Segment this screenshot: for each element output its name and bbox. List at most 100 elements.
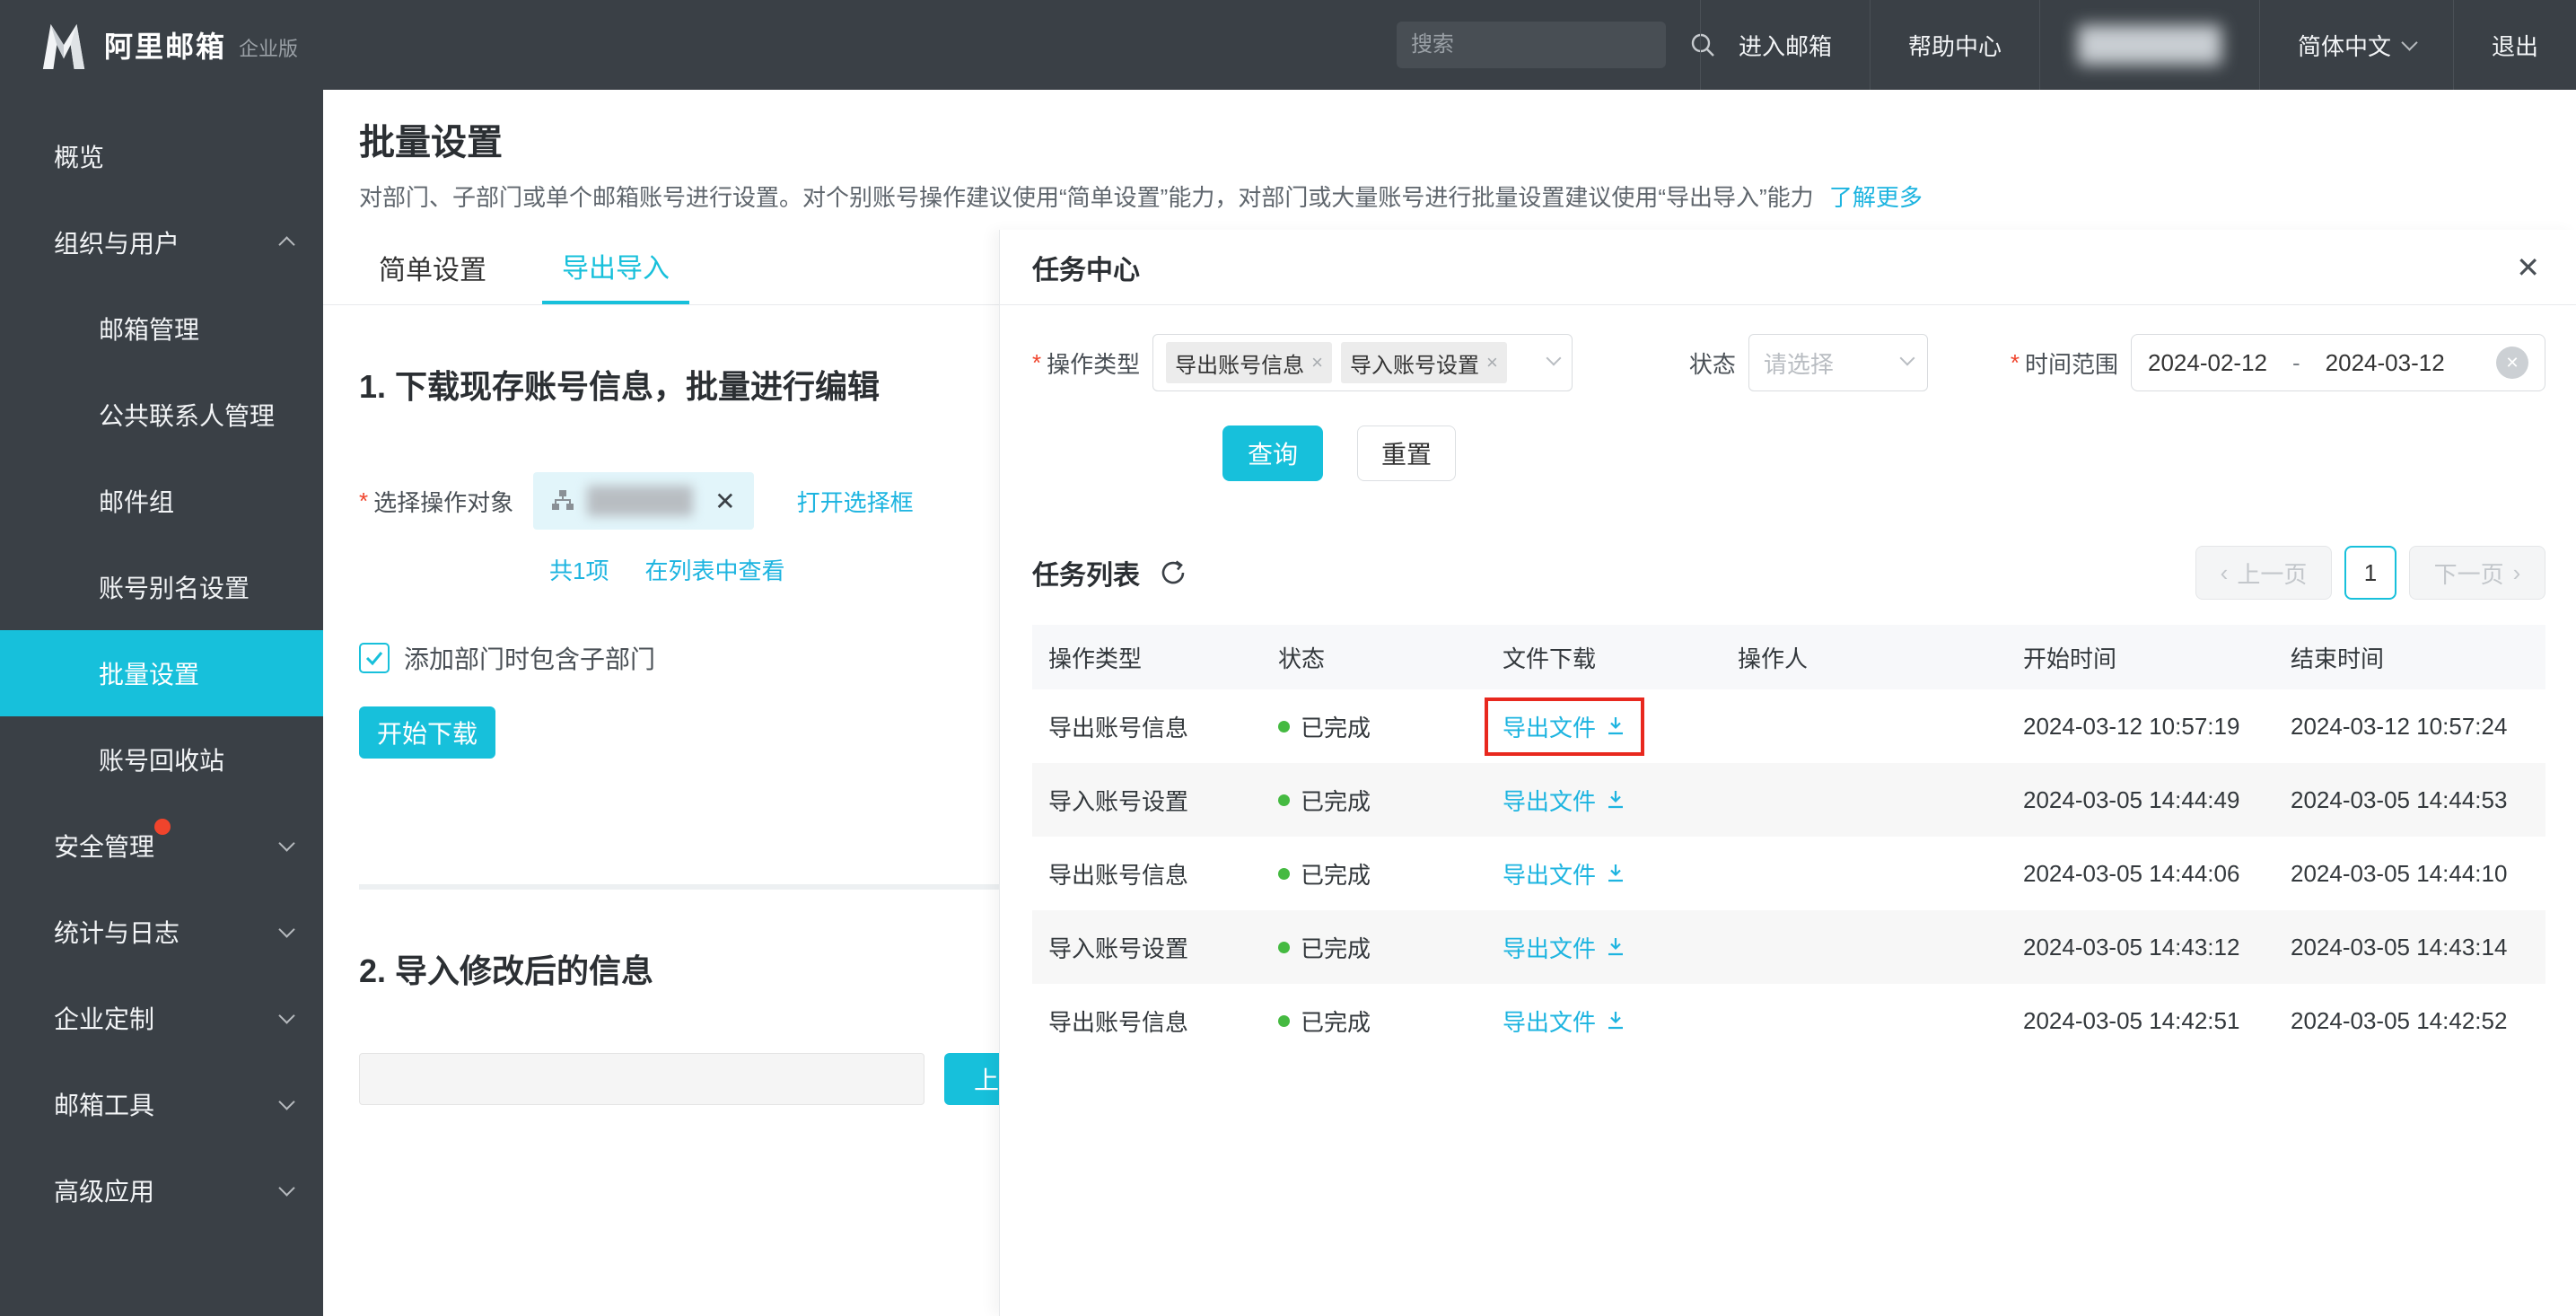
remove-tag-icon[interactable]: × <box>1311 351 1323 374</box>
type-tag-export: 导出账号信息 × <box>1166 342 1332 383</box>
download-icon <box>1605 1010 1626 1031</box>
upload-row: 上传 <box>359 1053 1077 1105</box>
export-file-link[interactable]: 导出文件 <box>1503 1005 1626 1038</box>
section1-heading: 1. 下载现存账号信息，批量进行编辑 <box>359 361 1077 408</box>
topbar-search[interactable] <box>1397 22 1666 68</box>
sidebar-item-org-users[interactable]: 组织与用户 <box>0 199 323 285</box>
download-icon <box>1605 789 1626 811</box>
task-center-header: 任务中心 ✕ <box>1000 230 2576 305</box>
export-file-link[interactable]: 导出文件 <box>1503 710 1626 743</box>
enter-mailbox-button[interactable]: 进入邮箱 <box>1700 0 1870 90</box>
reset-button[interactable]: 重置 <box>1357 426 1456 481</box>
download-icon <box>1605 936 1626 958</box>
sidebar-item-mailbox-mgmt[interactable]: 邮箱管理 <box>0 285 323 372</box>
sidebar-item-security[interactable]: 安全管理 <box>0 803 323 889</box>
topbar-nav: 进入邮箱 帮助中心 简体中文 退出 <box>1700 0 2576 90</box>
sidebar-item-batch-settings[interactable]: 批量设置 <box>0 630 323 716</box>
page-description: 对部门、子部门或单个邮箱账号进行设置。对个别账号操作建议使用“简单设置”能力，对… <box>359 180 1923 213</box>
tab-import-export[interactable]: 导出导入 <box>542 230 689 304</box>
selected-department-chip[interactable]: ✕ <box>533 472 753 530</box>
status-dot-icon <box>1278 868 1290 880</box>
next-page-button[interactable]: 下一页 › <box>2409 546 2545 600</box>
view-in-list-link[interactable]: 在列表中查看 <box>644 553 784 586</box>
task-list-header: 任务列表 ‹ 上一页 1 下一页 › <box>1000 546 2576 600</box>
status-dot-icon <box>1278 721 1290 733</box>
sidebar-item-enterprise-custom[interactable]: 企业定制 <box>0 975 323 1061</box>
brand: 阿里邮箱 企业版 <box>0 21 298 69</box>
clear-date-icon[interactable]: ✕ <box>2496 347 2528 379</box>
remove-chip-icon[interactable]: ✕ <box>714 487 735 516</box>
selected-count: 共1项 <box>549 553 609 586</box>
learn-more-link[interactable]: 了解更多 <box>1829 184 1923 211</box>
page-title: 批量设置 <box>359 113 503 165</box>
date-separator: - <box>2292 349 2300 377</box>
status-filter-select[interactable]: 请选择 <box>1748 334 1928 391</box>
department-name-redacted <box>587 486 693 516</box>
type-filter-label: 操作类型 <box>1047 347 1140 380</box>
task-list-title: 任务列表 <box>1032 553 1140 592</box>
download-icon <box>1605 863 1626 884</box>
date-range-picker[interactable]: 2024-02-12 - 2024-03-12 ✕ <box>2131 334 2545 391</box>
sidebar-item-mailbox-tools[interactable]: 邮箱工具 <box>0 1061 323 1147</box>
current-page-button[interactable]: 1 <box>2344 546 2396 600</box>
download-icon <box>1605 715 1626 737</box>
open-selector-link[interactable]: 打开选择框 <box>797 485 914 518</box>
sidebar-item-mail-groups[interactable]: 邮件组 <box>0 458 323 544</box>
type-tag-import: 导入账号设置 × <box>1341 342 1507 383</box>
target-select-row: * 选择操作对象 ✕ 打开选择框 <box>359 472 1077 530</box>
logout-button[interactable]: 退出 <box>2453 0 2576 90</box>
table-header-row: 操作类型 状态 文件下载 操作人 开始时间 结束时间 <box>1032 625 2545 689</box>
brand-edition-label: 企业版 <box>239 33 298 62</box>
chevron-down-icon <box>281 1090 293 1119</box>
include-subdept-label: 添加部门时包含子部门 <box>404 640 655 676</box>
target-label: 选择操作对象 <box>373 485 513 518</box>
status-dot-icon <box>1278 942 1290 953</box>
topbar: 阿里邮箱 企业版 进入邮箱 帮助中心 简体中文 退出 <box>0 0 2576 90</box>
table-row: 导入账号设置 已完成 导出文件 202 <box>1032 763 2545 837</box>
export-file-link[interactable]: 导出文件 <box>1503 931 1626 964</box>
account-name[interactable] <box>2039 0 2259 90</box>
brand-name: 阿里邮箱 <box>104 24 226 66</box>
remove-tag-icon[interactable]: × <box>1486 351 1498 374</box>
chevron-down-icon <box>281 1176 293 1205</box>
prev-page-button[interactable]: ‹ 上一页 <box>2195 546 2332 600</box>
language-switcher[interactable]: 简体中文 <box>2259 0 2453 90</box>
status-cell: 已完成 <box>1262 931 1486 964</box>
status-cell: 已完成 <box>1262 784 1486 817</box>
pagination: ‹ 上一页 1 下一页 › <box>2195 546 2545 600</box>
help-center-button[interactable]: 帮助中心 <box>1870 0 2039 90</box>
table-row: 导出账号信息 已完成 导出文件 202 <box>1032 837 2545 910</box>
query-button[interactable]: 查询 <box>1222 426 1323 481</box>
status-placeholder: 请选择 <box>1764 347 1902 380</box>
task-center-title: 任务中心 <box>1032 248 2516 287</box>
table-row: 导入账号设置 已完成 导出文件 202 <box>1032 910 2545 984</box>
chevron-up-icon <box>281 228 293 257</box>
required-mark: * <box>359 487 368 515</box>
start-download-button[interactable]: 开始下载 <box>359 706 495 759</box>
export-file-link[interactable]: 导出文件 <box>1503 784 1626 817</box>
sidebar-item-public-contacts[interactable]: 公共联系人管理 <box>0 372 323 458</box>
status-dot-icon <box>1278 1015 1290 1027</box>
task-center-panel: 任务中心 ✕ * 操作类型 导出账号信息 × 导入账号设置 × 状态 请选 <box>999 230 2576 1316</box>
sidebar-item-overview[interactable]: 概览 <box>0 113 323 199</box>
include-subdept-row: 添加部门时包含子部门 <box>359 640 1077 676</box>
include-subdept-checkbox[interactable] <box>359 643 390 673</box>
type-filter-select[interactable]: 导出账号信息 × 导入账号设置 × <box>1152 334 1573 391</box>
date-range-group: * 时间范围 2024-02-12 - 2024-03-12 ✕ <box>2011 334 2545 391</box>
export-import-panel: 1. 下载现存账号信息，批量进行编辑 * 选择操作对象 ✕ 打开选择框 <box>359 305 1077 1105</box>
notification-dot-badge <box>154 819 171 835</box>
search-input[interactable] <box>1411 32 1689 57</box>
upload-file-field[interactable] <box>359 1053 924 1105</box>
close-icon[interactable]: ✕ <box>2516 250 2540 285</box>
sidebar-item-alias-settings[interactable]: 账号别名设置 <box>0 544 323 630</box>
tab-simple-settings[interactable]: 简单设置 <box>359 230 506 304</box>
refresh-icon[interactable] <box>1158 557 1188 588</box>
sidebar-item-stats-logs[interactable]: 统计与日志 <box>0 889 323 975</box>
chevron-down-icon <box>281 917 293 946</box>
export-file-link[interactable]: 导出文件 <box>1503 857 1626 890</box>
highlight-annotation-box: 导出文件 <box>1485 697 1644 756</box>
sidebar-item-recycle-bin[interactable]: 账号回收站 <box>0 716 323 803</box>
status-cell: 已完成 <box>1262 710 1486 743</box>
chevron-down-icon <box>1902 353 1913 373</box>
sidebar-item-advanced-apps[interactable]: 高级应用 <box>0 1147 323 1233</box>
